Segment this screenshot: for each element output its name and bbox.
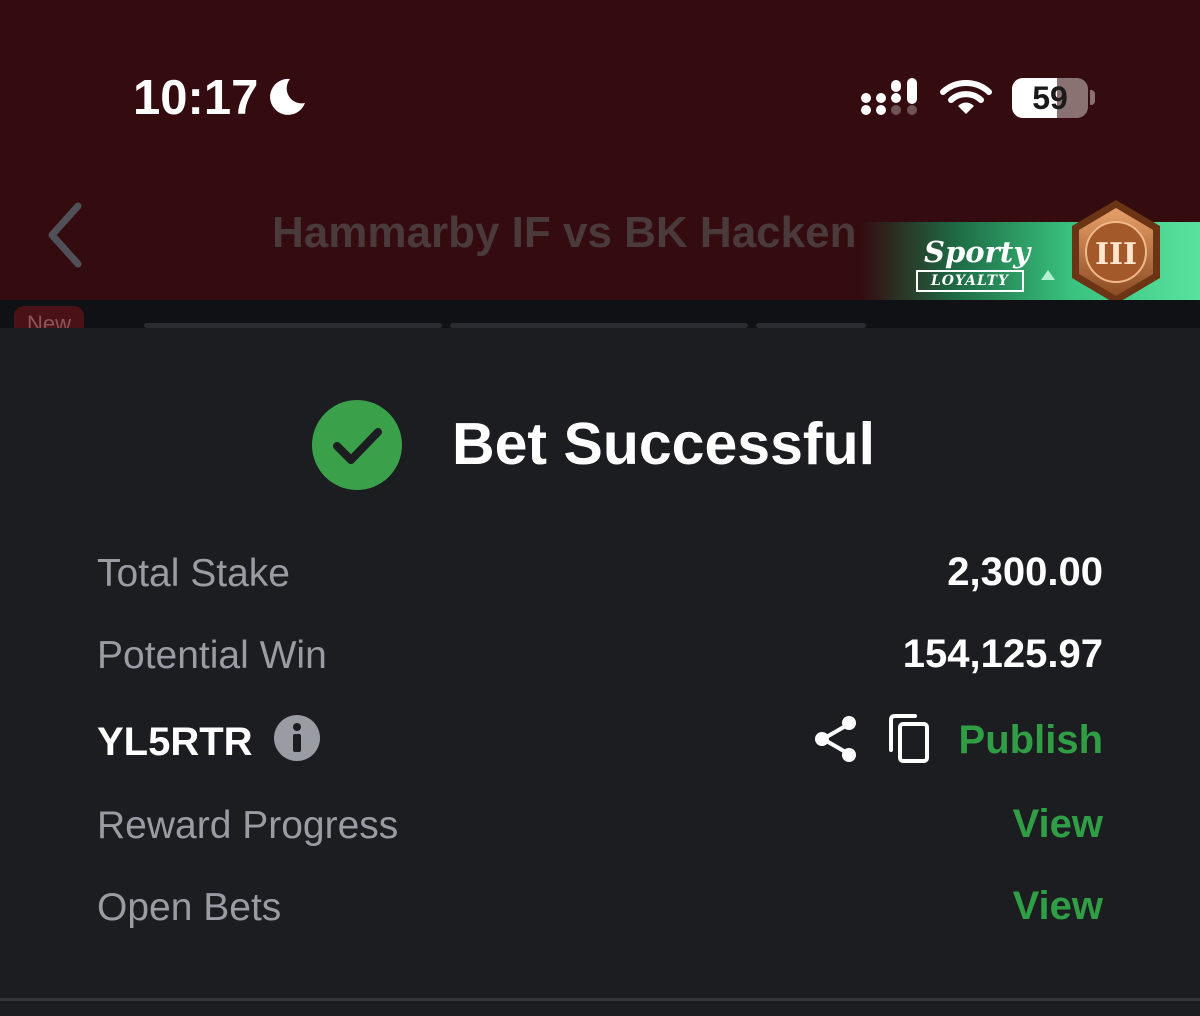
info-icon[interactable] xyxy=(273,714,321,762)
loyalty-tier: III xyxy=(1095,237,1137,272)
total-stake-value: 2,300.00 xyxy=(947,550,1103,594)
reward-progress-label: Reward Progress xyxy=(97,804,399,847)
share-icon[interactable] xyxy=(813,714,859,764)
loyalty-program: LOYALTY xyxy=(916,270,1024,292)
reward-progress-row: Reward Progress View xyxy=(97,796,1103,856)
bet-result-panel: Bet Successful Total Stake 2,300.00 Pote… xyxy=(0,328,1200,1016)
tier-badge-icon[interactable]: III xyxy=(1068,198,1164,306)
open-bets-row: Open Bets View xyxy=(97,878,1103,938)
sporty-loyalty-logo: Sporty LOYALTY xyxy=(916,235,1031,292)
copy-icon[interactable] xyxy=(887,712,931,764)
open-bets-label: Open Bets xyxy=(97,886,282,929)
wifi-icon xyxy=(940,80,992,114)
booking-code: YL5RTR xyxy=(97,720,253,764)
total-stake-label: Total Stake xyxy=(97,552,290,595)
booking-code-row: YL5RTR Publish xyxy=(97,712,1103,772)
signal-icon xyxy=(861,78,917,115)
publish-button[interactable]: Publish xyxy=(959,718,1103,763)
match-title: Hammarby IF vs BK Hacken xyxy=(272,208,857,257)
potential-win-label: Potential Win xyxy=(97,634,327,677)
chevron-left-icon[interactable] xyxy=(40,198,90,272)
battery-percent: 59 xyxy=(1032,80,1068,116)
potential-win-value: 154,125.97 xyxy=(902,632,1103,676)
battery-tip xyxy=(1090,90,1095,105)
status-time: 10:17 xyxy=(133,71,259,125)
loyalty-brand: Sporty xyxy=(924,235,1031,269)
divider xyxy=(0,998,1200,1001)
check-circle-icon xyxy=(312,400,402,490)
moon-icon xyxy=(270,78,305,115)
arrow-up-icon xyxy=(1041,270,1055,280)
open-bets-view-link[interactable]: View xyxy=(1013,884,1103,929)
potential-win-row: Potential Win 154,125.97 xyxy=(97,626,1103,686)
reward-progress-view-link[interactable]: View xyxy=(1013,802,1103,847)
total-stake-row: Total Stake 2,300.00 xyxy=(97,544,1103,604)
success-title: Bet Successful xyxy=(452,411,875,477)
battery-icon: 59 xyxy=(1012,78,1088,118)
